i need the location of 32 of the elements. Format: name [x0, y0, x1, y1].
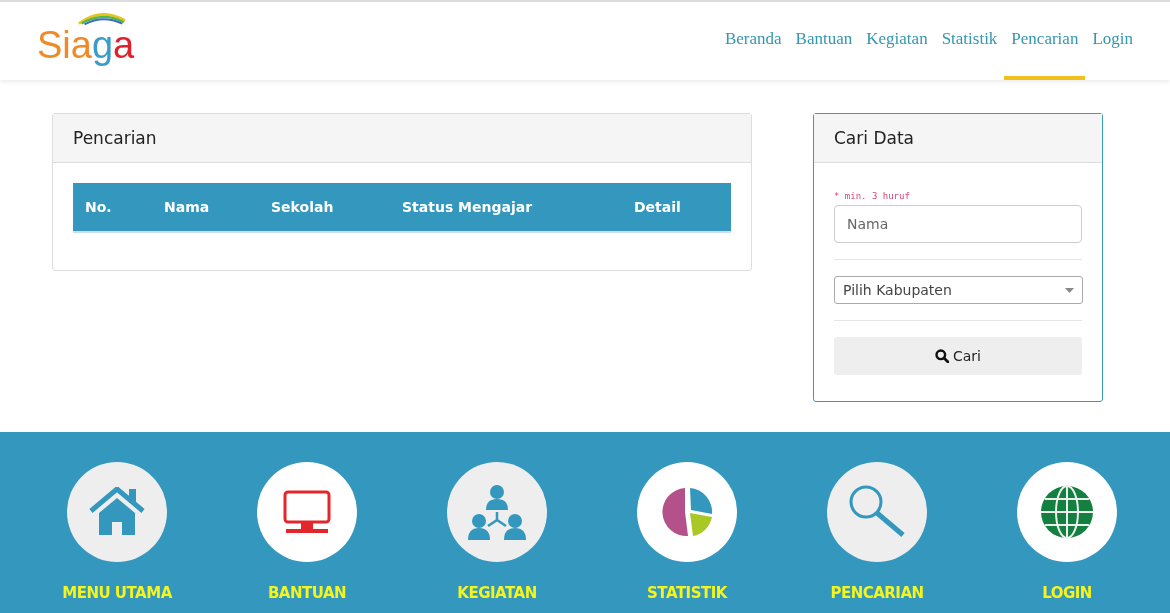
footer-menu-link[interactable]: MENU UTAMA: [62, 584, 172, 602]
nav-link[interactable]: Kegiatan: [859, 2, 935, 80]
caret-icon: [1065, 287, 1074, 293]
search-icon: [848, 484, 906, 540]
house-icon: [89, 487, 145, 537]
nav-link[interactable]: Bantuan: [788, 2, 860, 80]
monitor-icon: [283, 490, 331, 534]
globe-icon: [1040, 485, 1094, 539]
district-select[interactable]: Pilih Kabupaten: [834, 276, 1083, 304]
search-icon: [935, 349, 949, 363]
field-hint: * min. 3 huruf: [834, 191, 911, 201]
logo[interactable]: Siaga: [37, 11, 137, 71]
nav-link[interactable]: Login: [1085, 2, 1140, 80]
column-header: Status Mengajar: [390, 183, 622, 232]
footer-menu-link[interactable]: BANTUAN: [267, 584, 347, 602]
nav-link[interactable]: Beranda: [717, 2, 789, 80]
footer-menu-link[interactable]: LOGIN: [1042, 584, 1092, 602]
column-header: Detail: [622, 183, 731, 232]
footer-menu-link[interactable]: KEGIATAN: [457, 584, 537, 602]
footer-menu-link[interactable]: STATISTIK: [647, 584, 727, 602]
nav-link[interactable]: Pencarian: [1004, 2, 1086, 80]
column-header: Nama: [152, 183, 259, 232]
column-header: No.: [73, 183, 152, 232]
panel-title: Pencarian: [73, 128, 157, 148]
panel-title: Cari Data: [834, 128, 914, 148]
footer-menu-link[interactable]: PENCARIAN: [830, 584, 924, 602]
name-field[interactable]: Nama: [834, 205, 1082, 243]
column-header: Sekolah: [259, 183, 390, 232]
search-button[interactable]: Cari: [834, 337, 1082, 375]
people-network-icon: [468, 484, 526, 540]
pie-chart-icon: [661, 486, 713, 538]
nav-link[interactable]: Statistik: [934, 2, 1005, 80]
